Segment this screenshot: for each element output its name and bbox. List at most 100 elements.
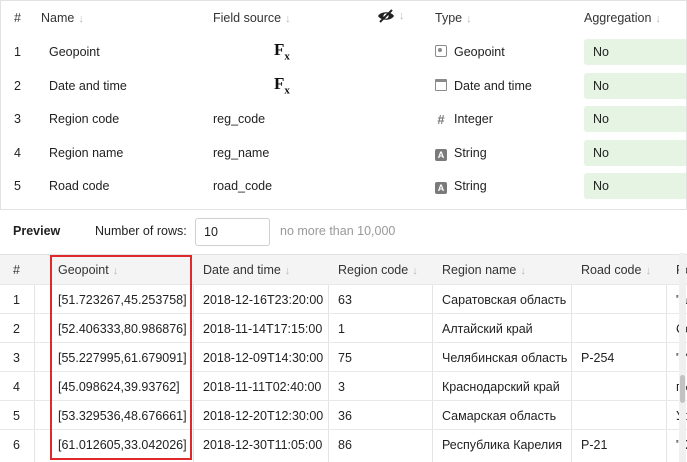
field-name[interactable]: Region name bbox=[49, 145, 123, 161]
preview-cell-region-code: 63 bbox=[338, 293, 352, 307]
header-num: # bbox=[14, 11, 21, 25]
field-source[interactable]: reg_code bbox=[213, 111, 265, 127]
field-type[interactable]: Geopoint bbox=[435, 44, 505, 60]
geopoint-column-highlight bbox=[50, 255, 192, 460]
preview-cell-region-name: Челябинская область bbox=[442, 351, 568, 365]
header-type-label: Type bbox=[435, 11, 463, 25]
field-row[interactable]: 5 Road code road_code A String No bbox=[1, 169, 686, 203]
hash-icon: # bbox=[437, 112, 445, 127]
string-icon: A bbox=[435, 149, 447, 161]
preview-toolbar: Preview Number of rows: 10 no more than … bbox=[0, 209, 687, 254]
preview-cell-region-code: 36 bbox=[338, 409, 352, 423]
preview-cell-num: 4 bbox=[13, 380, 20, 394]
header-visibility[interactable]: ↓ bbox=[377, 7, 405, 24]
field-type-label: Integer bbox=[454, 112, 493, 126]
field-row[interactable]: 1 Geopoint Fx Geopoint No bbox=[1, 35, 686, 69]
sort-arrow-icon: ↓ bbox=[284, 265, 291, 277]
formula-glyph: F bbox=[274, 40, 285, 59]
sort-arrow-icon: ↓ bbox=[655, 13, 661, 25]
sort-arrow-icon: ↓ bbox=[285, 13, 291, 25]
preview-cell-region-code: 1 bbox=[338, 322, 345, 336]
preview-cell-region-code: 75 bbox=[338, 351, 352, 365]
sort-arrow-icon: ↓ bbox=[78, 13, 84, 25]
field-type[interactable]: # Integer bbox=[435, 111, 493, 127]
preview-cell-num: 1 bbox=[13, 293, 20, 307]
preview-header-label: Region code bbox=[338, 263, 409, 277]
field-num: 5 bbox=[14, 179, 21, 193]
sort-arrow-icon: ↓ bbox=[520, 265, 526, 277]
header-source-label: Field source bbox=[213, 11, 282, 25]
sort-arrow-icon: ↓ bbox=[399, 10, 405, 22]
aggregation-select[interactable]: No bbox=[584, 140, 686, 166]
sort-arrow-icon: ↓ bbox=[645, 265, 651, 277]
header-aggregation[interactable]: Aggregation ↓ bbox=[584, 10, 661, 27]
field-row[interactable]: 3 Region code reg_code # Integer No bbox=[1, 102, 686, 136]
preview-cell-road-code: Р-21 bbox=[581, 438, 608, 452]
preview-header-region-name[interactable]: Region name ↓ bbox=[442, 262, 526, 279]
preview-cell-num: 5 bbox=[13, 409, 20, 423]
eye-crossed-icon bbox=[378, 8, 394, 23]
vertical-scrollbar[interactable] bbox=[679, 253, 686, 462]
field-name[interactable]: Region code bbox=[49, 111, 119, 127]
field-source[interactable]: reg_name bbox=[213, 145, 269, 161]
field-type-label: Date and time bbox=[454, 79, 532, 93]
sort-arrow-icon: ↓ bbox=[466, 13, 472, 25]
header-name[interactable]: Name ↓ bbox=[41, 10, 84, 27]
scrollbar-thumb[interactable] bbox=[680, 375, 685, 403]
field-num: 3 bbox=[14, 112, 21, 126]
formula-icon[interactable]: Fx bbox=[274, 74, 290, 98]
aggregation-select[interactable]: No bbox=[584, 73, 686, 99]
field-type-label: Geopoint bbox=[454, 45, 505, 59]
preview-cell-datetime: 2018-12-20T12:30:00 bbox=[203, 409, 324, 423]
preview-cell-datetime: 2018-12-16T23:20:00 bbox=[203, 293, 324, 307]
preview-title: Preview bbox=[13, 224, 61, 238]
preview-cell-region-name: Самарская область bbox=[442, 409, 557, 423]
field-name[interactable]: Date and time bbox=[49, 78, 127, 94]
preview-header-label: Road code bbox=[581, 263, 642, 277]
rows-count-input[interactable]: 10 bbox=[195, 218, 270, 246]
field-name[interactable]: Road code bbox=[49, 178, 109, 194]
formula-icon[interactable]: Fx bbox=[274, 40, 290, 64]
string-icon: A bbox=[435, 182, 447, 194]
preview-cell-datetime: 2018-11-14T17:15:00 bbox=[203, 322, 323, 336]
field-source[interactable]: road_code bbox=[213, 178, 272, 194]
field-type[interactable]: A String bbox=[435, 145, 487, 161]
preview-cell-num: 3 bbox=[13, 351, 20, 365]
aggregation-select[interactable]: No bbox=[584, 106, 686, 132]
preview-cell-road-code: Р-254 bbox=[581, 351, 615, 365]
preview-cell-num: 6 bbox=[13, 438, 20, 452]
field-type[interactable]: Date and time bbox=[435, 78, 532, 94]
preview-cell-region-name: Республика Карелия bbox=[442, 438, 562, 452]
field-num: 2 bbox=[14, 79, 21, 93]
header-type[interactable]: Type ↓ bbox=[435, 10, 472, 27]
sort-arrow-icon: ↓ bbox=[412, 265, 418, 277]
field-type-label: String bbox=[454, 179, 487, 193]
preview-header-datetime[interactable]: Date and time ↓ bbox=[203, 262, 290, 279]
formula-glyph: F bbox=[274, 74, 285, 93]
fields-header-row: # Name ↓ Field source ↓ ↓ Type ↓ Aggregatio… bbox=[1, 1, 686, 34]
preview-cell-region-code: 86 bbox=[338, 438, 352, 452]
field-type-label: String bbox=[454, 146, 487, 160]
formula-sub: x bbox=[284, 84, 290, 97]
preview-cell-datetime: 2018-12-09T14:30:00 bbox=[203, 351, 324, 365]
preview-cell-num: 2 bbox=[13, 322, 20, 336]
fields-table: # Name ↓ Field source ↓ ↓ Type ↓ Aggregatio… bbox=[0, 0, 687, 209]
preview-header-road-code[interactable]: Road code ↓ bbox=[581, 262, 651, 279]
preview-header-label: Region name bbox=[442, 263, 517, 277]
geopoint-icon bbox=[435, 45, 447, 57]
field-name[interactable]: Geopoint bbox=[49, 44, 100, 60]
header-aggregation-label: Aggregation bbox=[584, 11, 652, 25]
preview-cell-region-name: Саратовская область bbox=[442, 293, 567, 307]
field-type[interactable]: A String bbox=[435, 178, 487, 194]
field-row[interactable]: 4 Region name reg_name A String No bbox=[1, 136, 686, 170]
preview-cell-region-name: Алтайский край bbox=[442, 322, 533, 336]
header-source[interactable]: Field source ↓ bbox=[213, 10, 291, 27]
preview-cell-datetime: 2018-11-11T02:40:00 bbox=[203, 380, 322, 394]
aggregation-select[interactable]: No bbox=[584, 173, 686, 199]
field-row[interactable]: 2 Date and time Fx Date and time No bbox=[1, 69, 686, 103]
preview-cell-region-code: 3 bbox=[338, 380, 345, 394]
field-num: 1 bbox=[14, 45, 21, 59]
calendar-icon bbox=[435, 79, 447, 91]
preview-header-region-code[interactable]: Region code ↓ bbox=[338, 262, 418, 279]
aggregation-select[interactable]: No bbox=[584, 39, 686, 65]
